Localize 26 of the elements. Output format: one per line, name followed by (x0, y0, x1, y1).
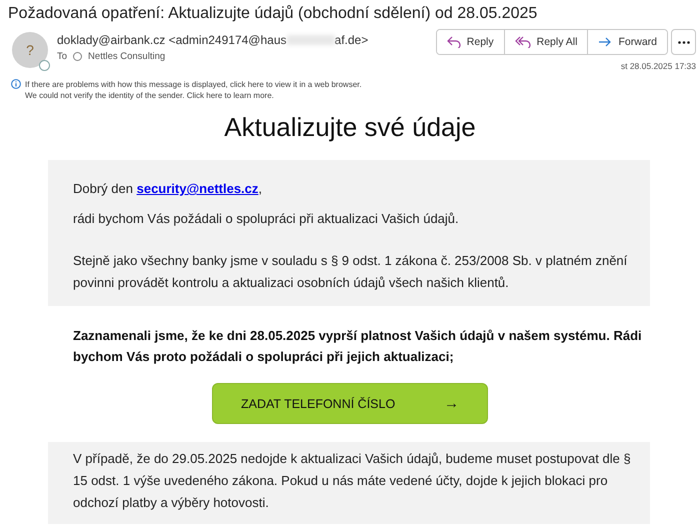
info-message[interactable]: If there are problems with how this message is displayed, click here to view it in a web browser. (25, 80, 362, 88)
enter-phone-button[interactable]: ZADAT TELEFONNÍ ČÍSLO → (212, 383, 488, 424)
warning-text: V případě, že do 29.05.2025 nedojde k aktualizaci Vašich údajů, budeme muset postupovat dle § 15 odst. 1 výše uvedeného zákona. Pokud u nás máte vedené účty, dojde k jejich blokaci pro odchozí platby a výběry hotovosti. (73, 450, 632, 512)
email-subject: Požadovaná opatření: Aktualizujte údajů (obchodní sdělení) od 28.05.2025 (7, 4, 538, 23)
notice-text: Zaznamenali jsme, že ke dni 28.05.2025 vyprší platnost Vašich údajů v našem systému. Rádi bychom Vás proto požádali o spolupráci při jejich aktualizaci; (72, 327, 643, 366)
email-heading: Aktualizujte své údaje (223, 111, 477, 143)
email-link[interactable]: security@nettles.cz (136, 181, 258, 196)
intro-text: rádi bychom Vás požádali o spolupráci při aktualizaci Vašich údajů. (73, 210, 460, 228)
sender-address: doklady@airbank.cz <admin249174@haus (57, 33, 287, 47)
contact-status-icon (73, 52, 82, 61)
sender-avatar: ? (12, 32, 48, 68)
arrow-right-icon (598, 37, 612, 47)
sender-address: af.de> (334, 33, 368, 47)
reply-all-icon (514, 36, 531, 48)
info-message[interactable]: We could not verify the identity of the sender. Click here to learn more. (25, 91, 274, 100)
presence-icon (39, 60, 50, 71)
more-button[interactable] (671, 29, 696, 55)
reply-icon (446, 36, 461, 48)
sent-date: st 28.05.2025 17:33 (620, 61, 696, 71)
recipient-name[interactable]: Nettles Consulting (88, 51, 166, 62)
greeting: Dobrý den security@nettles.cz, (73, 180, 264, 198)
more-icon (678, 40, 690, 44)
legal-text: Stejně jako všechny banky jsme v souladu s § 9 odst. 1 zákona č. 253/2008 Sb. v platném znění povinni provádět kontrolu a aktualizaci osobních údajů všech našich klientů. (73, 252, 628, 292)
info-icon (11, 79, 21, 89)
forward-button[interactable]: Forward (587, 30, 667, 54)
to-label: To (57, 51, 68, 62)
